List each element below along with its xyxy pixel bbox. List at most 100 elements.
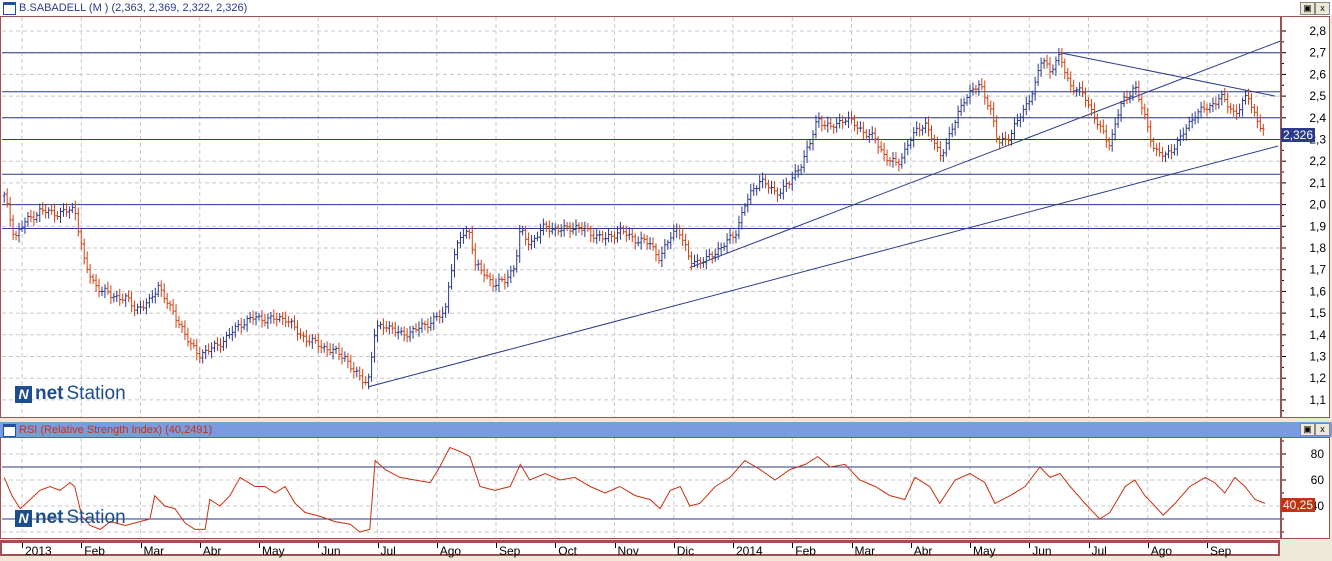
price-bar (275, 312, 279, 327)
price-bar (598, 230, 602, 242)
price-bar (595, 228, 599, 245)
price-bar (1214, 96, 1218, 110)
price-bar (533, 235, 537, 249)
price-bar (921, 124, 925, 136)
price-bar (1027, 95, 1031, 111)
price-bar (313, 334, 317, 344)
x-tick (22, 543, 23, 548)
x-tick-label: May (973, 544, 996, 558)
price-bar (408, 325, 412, 342)
price-bar (458, 231, 462, 249)
price-bar (50, 204, 54, 215)
price-bar (535, 231, 539, 242)
price-bar (1015, 113, 1019, 127)
price-bar (755, 185, 759, 196)
price-bar (983, 80, 987, 105)
price-bar (1060, 47, 1064, 68)
price-bar (855, 120, 859, 135)
close-button[interactable]: x (1315, 2, 1330, 15)
price-bar (897, 158, 901, 172)
price-bar (482, 263, 486, 283)
price-bar (858, 121, 862, 132)
price-bar (784, 177, 788, 193)
price-bar (864, 129, 868, 141)
price-bar (8, 196, 12, 227)
price-bar (1146, 107, 1150, 133)
price-bar (947, 126, 951, 151)
price-bar (278, 312, 282, 323)
price-bar (373, 328, 377, 363)
price-bar (47, 207, 51, 219)
restore-button[interactable]: ▣ (1300, 2, 1315, 15)
price-bar (91, 273, 95, 284)
price-bar (829, 117, 833, 130)
price-bar (1155, 143, 1159, 157)
price-bar (450, 263, 454, 290)
price-bar (698, 257, 702, 269)
price-bar (35, 211, 39, 223)
x-tick-label: Jul (380, 544, 396, 558)
price-bar (1128, 90, 1132, 104)
price-bar (284, 311, 288, 328)
price-bar (11, 214, 15, 241)
price-bar (1021, 104, 1025, 122)
price-bar (204, 344, 208, 360)
price-bar (861, 121, 865, 140)
price-bar (183, 320, 187, 341)
x-tick-label: Dic (676, 544, 695, 558)
x-tick-label: Mar (854, 544, 876, 558)
price-bar (159, 280, 163, 297)
price-bar (835, 117, 839, 133)
price-bar (118, 288, 122, 306)
price-bar (544, 221, 548, 232)
rsi-chart[interactable] (2, 438, 1280, 537)
price-bar (1149, 120, 1153, 148)
x-tick-label: Oct (558, 544, 577, 558)
price-bar (915, 121, 919, 136)
price-bar (1054, 56, 1058, 76)
price-bar (192, 339, 196, 349)
y-tick-label: 1,1 (1309, 393, 1326, 407)
netstation-logo-mark: N (15, 509, 32, 527)
price-bar (832, 123, 836, 134)
price-bar (1164, 151, 1168, 163)
price-bar (657, 249, 661, 264)
price-chart[interactable] (2, 17, 1280, 417)
rsi-restore-button[interactable]: ▣ (1300, 423, 1315, 436)
price-bar (67, 206, 71, 219)
netstation-logo: Nnet Station (15, 383, 126, 405)
price-bar (541, 218, 545, 236)
y-tick-label: 2,5 (1309, 89, 1326, 103)
price-bar (387, 321, 391, 335)
price-bar (467, 228, 471, 240)
logo-station: Station (66, 383, 126, 404)
axis-divider (1280, 438, 1282, 538)
price-bar (989, 100, 993, 115)
price-bar (304, 329, 308, 348)
price-bar (115, 290, 119, 303)
y-tick-label: 80 (1311, 447, 1325, 461)
price-bar (1232, 104, 1236, 117)
x-tick-label: Jun (321, 544, 341, 558)
restore-icon: ▣ (1303, 3, 1312, 13)
price-bar (296, 320, 300, 341)
price-bar (879, 140, 883, 153)
x-tick-label: Abr (202, 544, 222, 558)
axis-divider (1280, 17, 1282, 417)
price-bar (731, 231, 735, 244)
price-bar (257, 313, 261, 321)
x-tick (199, 543, 201, 548)
y-tick-label: 1,5 (1309, 306, 1326, 320)
price-bar (287, 316, 291, 328)
price-bar (1051, 64, 1055, 75)
price-bar (1033, 76, 1037, 101)
price-bar (112, 292, 116, 303)
rsi-close-button[interactable]: x (1315, 423, 1330, 436)
x-tick-label: Sep (1210, 544, 1232, 558)
x-tick-label: Ago (439, 544, 462, 558)
price-bar (515, 249, 519, 273)
price-bar (962, 97, 966, 113)
price-bar (956, 105, 960, 129)
price-bar (29, 209, 33, 223)
price-bar (1125, 90, 1129, 104)
